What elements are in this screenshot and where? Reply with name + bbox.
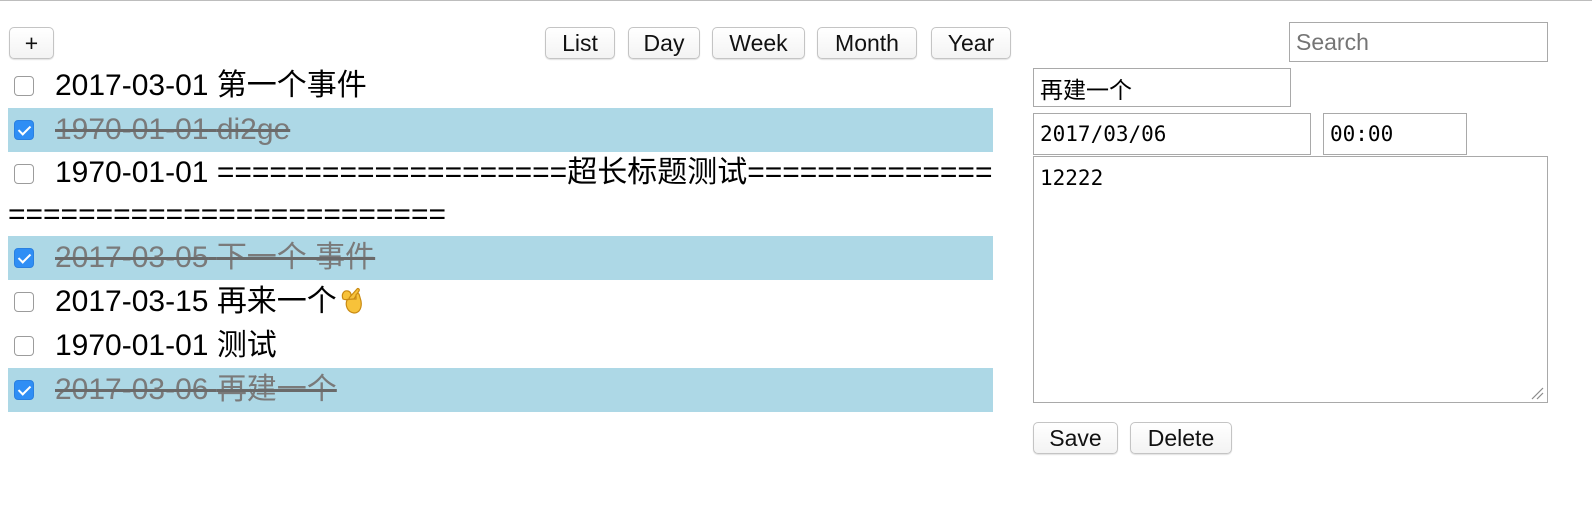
event-checkbox[interactable]: [14, 164, 34, 184]
event-item[interactable]: 2017-03-01 第一个事件: [8, 64, 993, 108]
search-input[interactable]: [1289, 22, 1548, 62]
event-title: 测试: [216, 329, 277, 362]
view-list-button[interactable]: List: [545, 27, 615, 59]
event-title-input[interactable]: [1033, 68, 1291, 107]
event-checkbox-checked[interactable]: [14, 120, 34, 140]
event-notes-textarea[interactable]: 12222: [1033, 156, 1548, 403]
resize-grip-icon[interactable]: [1530, 386, 1544, 400]
event-title: 下一个 事件: [216, 241, 376, 274]
save-button[interactable]: Save: [1033, 422, 1118, 454]
event-title: 第一个事件: [216, 69, 367, 102]
event-checkbox[interactable]: [14, 336, 34, 356]
event-item[interactable]: 1970-01-01 测试: [8, 324, 993, 368]
event-item-done[interactable]: 2017-03-06 再建一个: [8, 368, 993, 412]
view-week-button[interactable]: Week: [712, 27, 805, 59]
event-date-input[interactable]: [1033, 113, 1311, 155]
view-day-button[interactable]: Day: [628, 27, 700, 59]
event-time-input[interactable]: [1323, 113, 1467, 155]
event-item[interactable]: 1970-01-01 ====================超长标题测试===…: [8, 152, 993, 236]
view-year-button[interactable]: Year: [931, 27, 1011, 59]
event-date: 2017-03-01: [55, 69, 209, 102]
event-checkbox[interactable]: [14, 292, 34, 312]
event-title: 再来一个: [216, 285, 337, 318]
event-date: 2017-03-05: [55, 241, 209, 274]
event-item-done[interactable]: 2017-03-05 下一个 事件: [8, 236, 993, 280]
event-checkbox-checked[interactable]: [14, 248, 34, 268]
event-title: 再建一个: [216, 373, 337, 406]
event-date: 1970-01-01: [55, 113, 209, 146]
event-date: 1970-01-01: [55, 156, 209, 189]
event-checkbox-checked[interactable]: [14, 380, 34, 400]
add-event-button[interactable]: +: [9, 27, 54, 59]
top-divider: [0, 0, 1592, 1]
view-month-button[interactable]: Month: [817, 27, 917, 59]
event-title: di2ge: [216, 113, 291, 146]
event-date: 2017-03-15: [55, 285, 209, 318]
event-item-done[interactable]: 1970-01-01 di2ge: [8, 108, 993, 152]
event-list: 2017-03-01 第一个事件 1970-01-01 di2ge 1970-0…: [8, 64, 993, 412]
ok-hand-icon: [341, 288, 362, 314]
event-date: 2017-03-06: [55, 373, 209, 406]
delete-button[interactable]: Delete: [1130, 422, 1232, 454]
event-date: 1970-01-01: [55, 329, 209, 362]
event-item[interactable]: 2017-03-15 再来一个: [8, 280, 993, 324]
event-checkbox[interactable]: [14, 76, 34, 96]
